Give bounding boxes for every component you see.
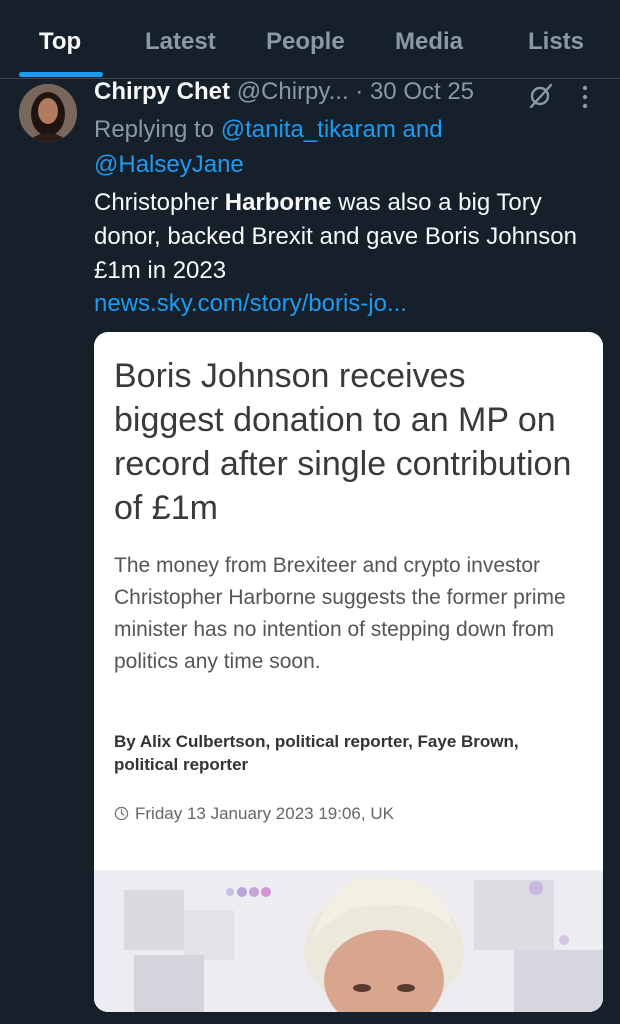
more-options-icon[interactable] xyxy=(580,84,590,110)
author-name[interactable]: Chirpy Chet xyxy=(94,78,230,105)
tweet-text-highlight: Harborne xyxy=(224,189,332,216)
reply-user-link[interactable]: @tanita_tikaram xyxy=(221,116,396,143)
grok-icon[interactable] xyxy=(526,80,556,110)
replying-to: Replying to @tanita_tikaram and @HalseyJ… xyxy=(94,112,604,182)
card-summary: The money from Brexiteer and crypto inve… xyxy=(114,554,566,673)
tweet-date[interactable]: 30 Oct 25 xyxy=(370,78,474,105)
card-image xyxy=(94,870,603,1012)
reply-user-link[interactable]: @HalseyJane xyxy=(94,151,244,178)
card-date: Friday 13 January 2023 19:06, UK xyxy=(135,804,394,823)
avatar[interactable] xyxy=(19,84,77,142)
tweet-header: Chirpy Chet @Chirpy... · 30 Oct 25 xyxy=(94,78,604,112)
header-separator: · xyxy=(348,78,370,105)
search-tabs: Top Latest People Media Lists xyxy=(0,0,620,79)
tweet-text: Christopher Harborne was also a big Tory… xyxy=(94,186,609,288)
active-tab-indicator xyxy=(19,72,103,77)
tab-latest[interactable]: Latest xyxy=(145,28,216,56)
tab-media[interactable]: Media xyxy=(395,28,463,56)
clock-icon xyxy=(114,806,129,821)
tweet-text-part: Christopher xyxy=(94,189,225,216)
link-preview-card[interactable]: Boris Johnson receives biggest donation … xyxy=(94,332,603,1012)
tab-top[interactable]: Top xyxy=(39,28,81,56)
card-byline: By Alix Culbertson, political reporter, … xyxy=(114,732,519,774)
tab-people[interactable]: People xyxy=(266,28,345,56)
avatar-image xyxy=(19,84,77,142)
card-headline: Boris Johnson receives biggest donation … xyxy=(114,357,572,527)
tweet-link[interactable]: news.sky.com/story/boris-jo... xyxy=(94,290,407,318)
replying-to-prefix: Replying to xyxy=(94,116,221,143)
article-photo xyxy=(94,870,603,1012)
tab-lists[interactable]: Lists xyxy=(528,28,584,56)
author-handle[interactable]: @Chirpy... xyxy=(237,78,349,105)
card-dateline: Friday 13 January 2023 19:06, UK xyxy=(114,804,394,824)
replying-to-and: and xyxy=(395,116,443,143)
